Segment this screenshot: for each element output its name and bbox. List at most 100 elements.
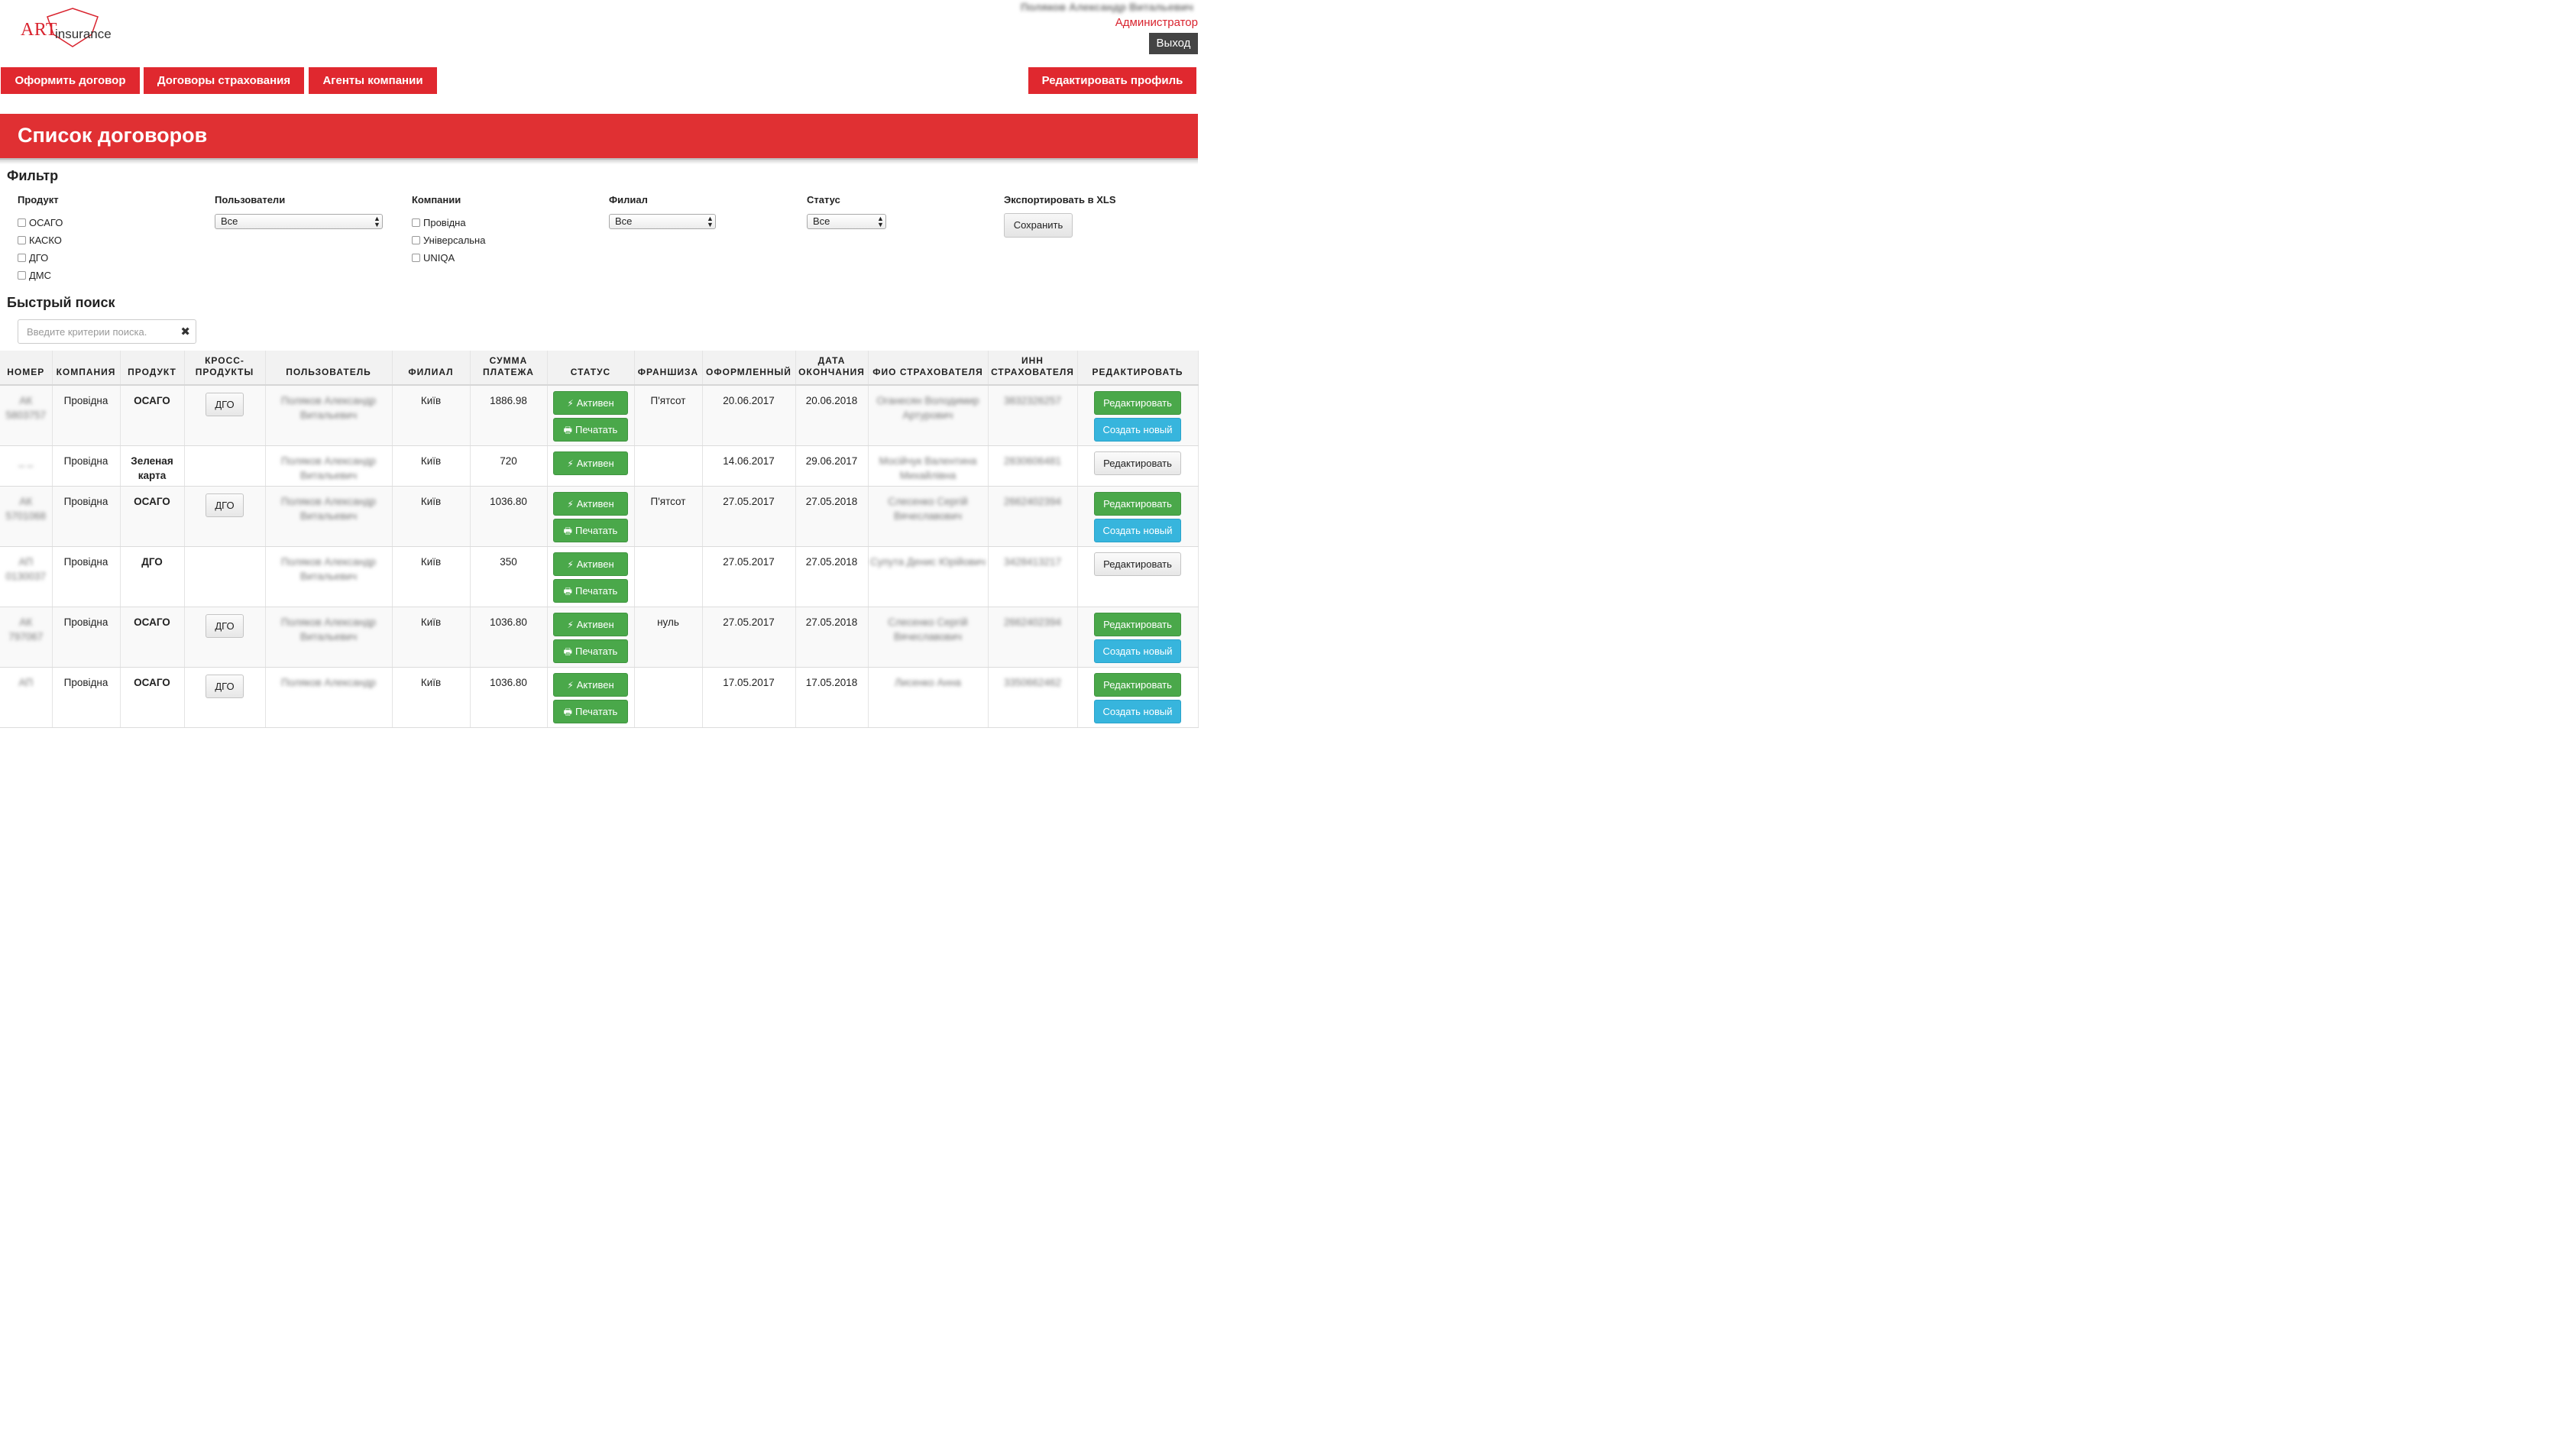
- product-option-osago[interactable]: ОСАГО: [18, 214, 63, 231]
- col-header-insurer-name[interactable]: ФИО страхователя: [868, 351, 989, 386]
- cell-company: Провідна: [52, 486, 121, 547]
- checkbox[interactable]: [412, 236, 420, 244]
- clear-icon[interactable]: ✖: [180, 325, 190, 338]
- status-active-button[interactable]: ⚡ Активен: [553, 613, 628, 636]
- col-header-issued[interactable]: Оформленный: [702, 351, 796, 386]
- cell-insurer-name: Слесенко Сергій Вячеславович: [868, 486, 989, 547]
- edit-button[interactable]: Редактировать: [1094, 451, 1181, 475]
- checkbox[interactable]: [18, 236, 26, 244]
- print-button[interactable]: 🖶 Печатать: [553, 579, 628, 603]
- bolt-icon: ⚡: [567, 620, 574, 630]
- company-option-providna[interactable]: Провідна: [412, 214, 485, 231]
- status-active-button[interactable]: ⚡ Активен: [553, 451, 628, 475]
- printer-icon: 🖶: [563, 646, 572, 657]
- cross-product-button[interactable]: ДГО: [206, 614, 244, 638]
- checkbox[interactable]: [18, 271, 26, 280]
- col-header-status[interactable]: Статус: [547, 351, 635, 386]
- status-active-button[interactable]: ⚡ Активен: [553, 673, 628, 697]
- print-button[interactable]: 🖶 Печатать: [553, 418, 628, 442]
- user-role-link[interactable]: Администратор: [1115, 16, 1198, 29]
- create-new-button[interactable]: Создать новый: [1094, 700, 1181, 723]
- export-save-button[interactable]: Сохранить: [1004, 213, 1073, 238]
- cell-amount: 1036.80: [470, 667, 548, 728]
- logout-button[interactable]: Выход: [1149, 33, 1198, 54]
- branch-select[interactable]: Все ▲ ▼: [609, 214, 716, 229]
- cell-branch: Київ: [392, 445, 471, 487]
- nav-agents[interactable]: Агенты компании: [309, 67, 437, 94]
- col-header-product[interactable]: Продукт: [120, 351, 185, 386]
- col-header-franchise[interactable]: Франшиза: [634, 351, 703, 386]
- contracts-table: Номер Компания Продукт Кросс-продукты По…: [0, 351, 1199, 728]
- cell-franchise: П'ятсот: [634, 486, 703, 547]
- cell-end-date: 27.05.2018: [795, 486, 869, 547]
- nav-contracts[interactable]: Договоры страхования: [144, 67, 304, 94]
- status-active-button[interactable]: ⚡ Активен: [553, 552, 628, 576]
- cell-insurer-inn: 3350662462: [988, 667, 1078, 728]
- cell-franchise: нуль: [634, 607, 703, 668]
- col-header-number[interactable]: Номер: [0, 351, 53, 386]
- edit-button[interactable]: Редактировать: [1094, 391, 1181, 415]
- status-active-button[interactable]: ⚡ Активен: [553, 391, 628, 415]
- cross-product-button[interactable]: ДГО: [206, 675, 244, 698]
- cell-insurer-name: Лисенко Анна: [868, 667, 989, 728]
- print-label: Печатать: [575, 645, 618, 657]
- product-filter: Продукт ОСАГО КАСКО ДГО ДМС: [18, 194, 63, 284]
- create-new-button[interactable]: Создать новый: [1094, 519, 1181, 542]
- cell-franchise: П'ятсот: [634, 385, 703, 446]
- company-option-uniqa[interactable]: UNIQA: [412, 249, 485, 267]
- nav-edit-profile[interactable]: Редактировать профиль: [1028, 67, 1196, 94]
- checkbox[interactable]: [18, 254, 26, 262]
- company-logo[interactable]: ART insurance: [21, 8, 120, 50]
- print-button[interactable]: 🖶 Печатать: [553, 519, 628, 542]
- product-option-kasko[interactable]: КАСКО: [18, 231, 63, 249]
- create-new-button[interactable]: Создать новый: [1094, 418, 1181, 442]
- create-new-button[interactable]: Создать новый: [1094, 639, 1181, 663]
- col-header-end-date[interactable]: Дата окончания: [795, 351, 869, 386]
- print-label: Печатать: [575, 424, 618, 435]
- nav-create-contract[interactable]: Оформить договор: [1, 67, 140, 94]
- page-title: Список договоров: [18, 124, 208, 147]
- col-header-user[interactable]: Пользователь: [265, 351, 393, 386]
- cell-end-date: 27.05.2018: [795, 607, 869, 668]
- col-header-company[interactable]: Компания: [52, 351, 121, 386]
- cross-product-button[interactable]: ДГО: [206, 393, 244, 416]
- cell-insurer-inn: 2662402394: [988, 486, 1078, 547]
- status-active-button[interactable]: ⚡ Активен: [553, 492, 628, 516]
- banner-divider: [0, 158, 1198, 164]
- printer-icon: 🖶: [563, 425, 572, 435]
- print-label: Печатать: [575, 706, 618, 717]
- col-header-insurer-inn[interactable]: ИНН страхователя: [988, 351, 1078, 386]
- users-select[interactable]: Все ▲ ▼: [215, 214, 383, 229]
- status-select[interactable]: Все ▲ ▼: [807, 214, 886, 229]
- checkbox[interactable]: [412, 254, 420, 262]
- cell-company: Провідна: [52, 667, 121, 728]
- edit-button[interactable]: Редактировать: [1094, 552, 1181, 576]
- bolt-icon: ⚡: [567, 398, 574, 409]
- col-header-amount[interactable]: Сумма платежа: [470, 351, 548, 386]
- product-filter-label: Продукт: [18, 194, 59, 205]
- edit-button[interactable]: Редактировать: [1094, 673, 1181, 697]
- search-input[interactable]: Введите критерии поиска. ✖: [18, 319, 196, 344]
- companies-filter: Компании Провідна Універсальна UNIQA: [412, 194, 485, 267]
- export-label: Экспортировать в XLS: [1004, 194, 1116, 205]
- edit-button[interactable]: Редактировать: [1094, 492, 1181, 516]
- status-label: Активен: [576, 458, 614, 469]
- product-option-dms[interactable]: ДМС: [18, 267, 63, 284]
- checkbox[interactable]: [412, 218, 420, 227]
- print-button[interactable]: 🖶 Печатать: [553, 639, 628, 663]
- product-option-dgo[interactable]: ДГО: [18, 249, 63, 267]
- edit-button[interactable]: Редактировать: [1094, 613, 1181, 636]
- cell-edit: Редактировать Создать новый: [1077, 667, 1199, 728]
- cross-product-button[interactable]: ДГО: [206, 493, 244, 517]
- cell-user: Поляков Александр Витальевич: [265, 546, 393, 607]
- company-option-universalna[interactable]: Універсальна: [412, 231, 485, 249]
- print-button[interactable]: 🖶 Печатать: [553, 700, 628, 723]
- col-header-cross[interactable]: Кросс-продукты: [184, 351, 266, 386]
- cell-insurer-inn: 2830606481: [988, 445, 1078, 487]
- cell-issued: 14.06.2017: [702, 445, 796, 487]
- checkbox[interactable]: [18, 218, 26, 227]
- option-label: Універсальна: [423, 235, 486, 246]
- cell-number: _ _: [0, 445, 53, 487]
- col-header-branch[interactable]: Филиал: [392, 351, 471, 386]
- option-label: ДМС: [29, 270, 52, 281]
